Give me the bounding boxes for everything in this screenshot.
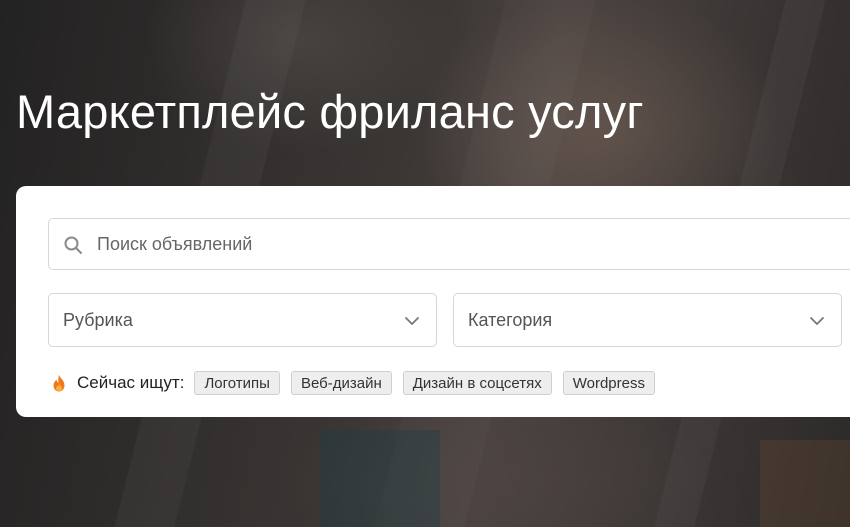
- search-icon: [64, 236, 82, 254]
- hero-section: Маркетплейс фриланс услуг Рубрика Катего…: [0, 0, 850, 527]
- search-box[interactable]: [48, 218, 850, 270]
- rubric-select[interactable]: Рубрика: [48, 293, 437, 347]
- trending-tag-logos[interactable]: Логотипы: [194, 371, 280, 395]
- category-select-label: Категория: [468, 310, 553, 330]
- page-title: Маркетплейс фриланс услуг: [16, 85, 644, 138]
- trending-tag-web-design[interactable]: Веб-дизайн: [290, 371, 392, 395]
- rubric-select-label: Рубрика: [63, 310, 133, 330]
- trending-label: Сейчас ищут:: [77, 373, 185, 392]
- trending-tag-social-design[interactable]: Дизайн в соцсетях: [402, 371, 552, 395]
- category-select[interactable]: Категория: [453, 293, 842, 347]
- chevron-down-icon: [810, 317, 824, 325]
- search-card: Рубрика Категория Сейчас ищут: Логотипы …: [16, 186, 850, 417]
- trending-tag-wordpress[interactable]: Wordpress: [562, 371, 655, 395]
- flame-icon: [53, 374, 65, 392]
- chevron-down-icon: [405, 317, 419, 325]
- search-input[interactable]: [97, 219, 797, 269]
- trending-searches: Сейчас ищут: Логотипы Веб-дизайн Дизайн …: [52, 370, 666, 396]
